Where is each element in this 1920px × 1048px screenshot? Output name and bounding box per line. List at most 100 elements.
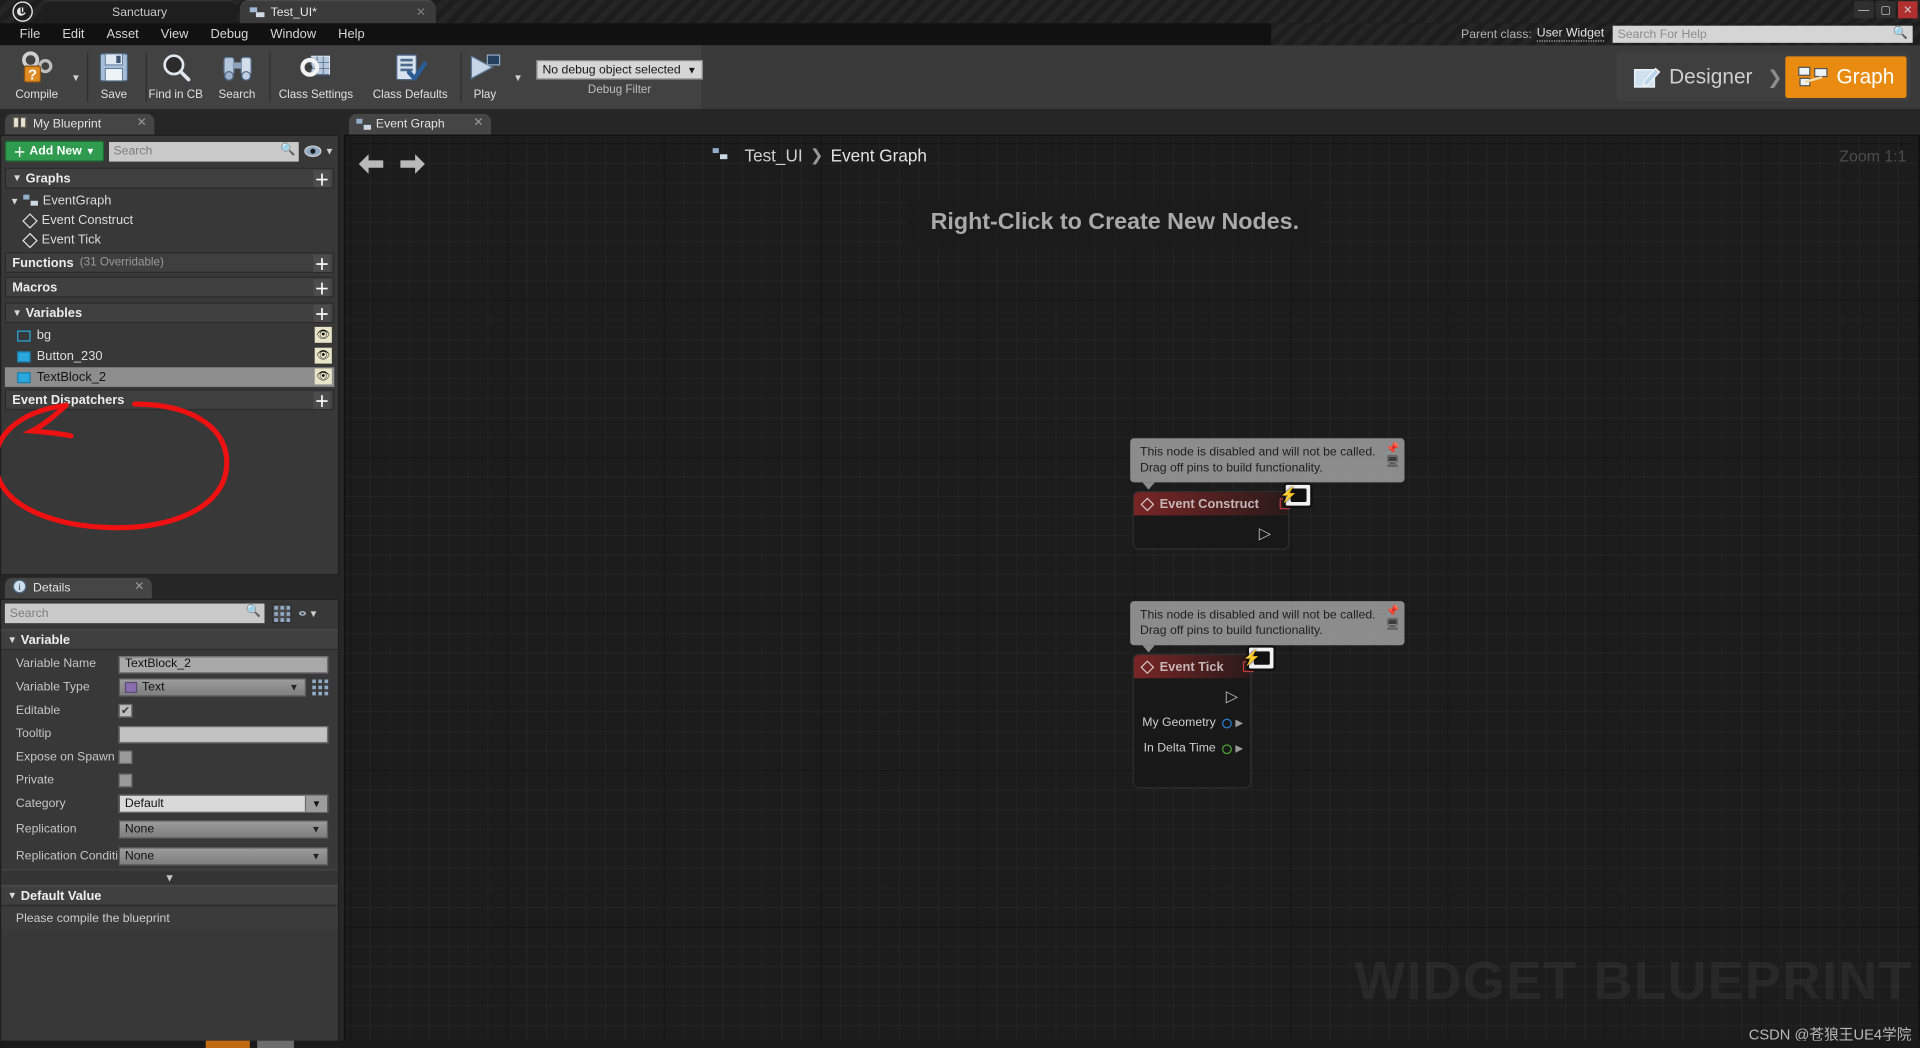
mode-graph-button[interactable]: Graph xyxy=(1785,56,1907,98)
details-grid-view-button[interactable] xyxy=(271,603,292,624)
variable-name-input[interactable]: TextBlock_2 xyxy=(118,655,329,673)
category-select[interactable]: Default ▼ xyxy=(118,794,329,813)
add-variable-button[interactable]: ＋ xyxy=(313,304,331,323)
tab-asset-test-ui[interactable]: Test_UI* ✕ xyxy=(240,0,436,24)
play-button[interactable]: Play xyxy=(463,48,507,107)
mode-designer-label: Designer xyxy=(1669,64,1753,89)
minimize-button[interactable]: — xyxy=(1853,1,1874,19)
section-graphs[interactable]: ▼ Graphs ＋ xyxy=(4,167,335,189)
visibility-options-button[interactable]: ▼ xyxy=(304,144,334,157)
tree-item-eventgraph[interactable]: ▼ EventGraph xyxy=(5,191,334,211)
find-in-cb-button[interactable]: Find in CB xyxy=(148,48,203,107)
section-event-dispatchers[interactable]: Event Dispatchers ＋ xyxy=(4,389,335,411)
add-function-button[interactable]: ＋ xyxy=(313,254,331,272)
close-icon[interactable]: ✕ xyxy=(473,116,483,129)
debug-object-select[interactable]: No debug object selected ▼ xyxy=(536,59,703,80)
breadcrumb-asset[interactable]: Test_UI xyxy=(744,146,802,166)
compile-dropdown-caret[interactable]: ▼ xyxy=(71,72,81,83)
section-variables[interactable]: ▼ Variables ＋ xyxy=(4,302,335,324)
tab-event-graph[interactable]: Event Graph ✕ xyxy=(348,113,492,135)
details-category-default-value[interactable]: ▼ Default Value xyxy=(1,885,338,906)
mode-designer-button[interactable]: Designer xyxy=(1620,56,1765,98)
exec-output-pin[interactable]: ▷ xyxy=(1259,524,1271,544)
float-pin-icon[interactable] xyxy=(1221,743,1232,754)
eye-icon[interactable]: 👁 xyxy=(314,326,332,343)
tooltip-input[interactable] xyxy=(118,725,329,743)
tree-item-event-tick[interactable]: Event Tick xyxy=(5,230,334,250)
pin-arrow-icon: ▶ xyxy=(1235,743,1243,755)
event-node-icon xyxy=(1140,496,1155,511)
row-label: Replication xyxy=(15,822,77,837)
add-macro-button[interactable]: ＋ xyxy=(313,279,331,297)
details-visibility-button[interactable]: ▼ xyxy=(299,604,318,624)
variable-row-textblock-2[interactable]: TextBlock_2 👁 xyxy=(4,367,335,387)
private-checkbox[interactable] xyxy=(118,773,133,788)
close-icon[interactable]: ✕ xyxy=(134,580,144,593)
editable-checkbox[interactable]: ✔ xyxy=(118,703,133,718)
node-pin-my-geometry[interactable]: My Geometry ▶ xyxy=(1142,716,1243,729)
variable-row-bg[interactable]: bg 👁 xyxy=(5,326,334,346)
maximize-button[interactable]: ▢ xyxy=(1875,1,1896,19)
breadcrumb-graph[interactable]: Event Graph xyxy=(831,146,927,166)
menu-item-view[interactable]: View xyxy=(150,23,200,45)
tooltip-pin-icons[interactable]: 📌 🖥 xyxy=(1386,442,1400,469)
show-advanced-expander[interactable]: ▼ xyxy=(1,869,338,884)
section-functions[interactable]: Functions (31 Overridable) ＋ xyxy=(4,252,335,274)
eye-icon[interactable]: 👁 xyxy=(314,347,332,364)
graph-watermark: WIDGET BLUEPRINT xyxy=(1354,951,1913,1012)
search-button[interactable]: Search xyxy=(211,48,264,107)
node-pin-in-delta-time[interactable]: In Delta Time ▶ xyxy=(1144,742,1243,755)
node-event-tick[interactable]: Event Tick ▷ My Geometry ▶ In Delta Time… xyxy=(1132,653,1252,789)
close-window-button[interactable]: ✕ xyxy=(1897,1,1918,19)
node-event-construct[interactable]: Event Construct ▷ xyxy=(1132,490,1290,550)
details-category-variable[interactable]: ▼ Variable xyxy=(1,629,338,651)
close-icon[interactable]: ✕ xyxy=(137,116,147,129)
menu-item-edit[interactable]: Edit xyxy=(51,23,95,45)
event-graph-canvas[interactable]: Test_UI ❯ Event Graph Zoom 1:1 Right-Cli… xyxy=(344,134,1920,1048)
nav-forward-button[interactable] xyxy=(399,153,426,182)
object-pin-icon[interactable] xyxy=(1221,718,1232,728)
tab-details[interactable]: i Details ✕ xyxy=(4,577,152,599)
add-graph-button[interactable]: ＋ xyxy=(313,170,331,188)
close-icon[interactable]: ✕ xyxy=(416,6,426,19)
graph-icon xyxy=(1797,66,1828,87)
menu-item-help[interactable]: Help xyxy=(327,23,376,45)
expose-on-spawn-checkbox[interactable] xyxy=(118,750,133,764)
variable-type-select[interactable]: Text ▼ xyxy=(118,678,307,697)
my-blueprint-search-input[interactable]: Search 🔍 xyxy=(108,141,299,161)
event-graph-icon xyxy=(23,194,38,207)
details-panel: Search 🔍 ▼ ▼ Variable Variable Name Text… xyxy=(0,598,340,1048)
menu-item-window[interactable]: Window xyxy=(259,23,327,45)
replication-select[interactable]: None ▼ xyxy=(118,820,329,839)
help-search-input[interactable]: Search For Help 🔍 xyxy=(1612,25,1913,43)
variable-row-button-230[interactable]: Button_230 👁 xyxy=(5,346,334,366)
eye-icon[interactable]: 👁 xyxy=(314,368,332,385)
pin-icon[interactable]: 📌 xyxy=(1386,605,1400,618)
details-row-tooltip: Tooltip xyxy=(1,722,338,745)
tooltip-pin-icons[interactable]: 📌 🖥 xyxy=(1386,605,1400,632)
menu-item-file[interactable]: File xyxy=(9,23,52,45)
tree-item-event-construct[interactable]: Event Construct xyxy=(5,211,334,231)
nav-back-button[interactable] xyxy=(358,153,385,182)
tab-my-blueprint[interactable]: My Blueprint ✕ xyxy=(4,113,155,135)
save-button[interactable]: Save xyxy=(89,48,138,107)
replication-value: None xyxy=(124,822,155,837)
class-settings-button[interactable]: Class Settings xyxy=(272,48,360,107)
menu-item-debug[interactable]: Debug xyxy=(199,23,259,45)
monitor-icon[interactable]: 🖥 xyxy=(1386,455,1400,468)
class-defaults-button[interactable]: Class Defaults xyxy=(366,48,454,107)
tab-project[interactable]: Sanctuary xyxy=(41,0,238,24)
add-new-button[interactable]: ＋ Add New ▼ xyxy=(4,140,104,162)
section-macros[interactable]: Macros ＋ xyxy=(4,276,335,298)
parent-class-value[interactable]: User Widget xyxy=(1536,27,1605,42)
compile-button[interactable]: ? Compile xyxy=(5,48,69,107)
add-event-dispatcher-button[interactable]: ＋ xyxy=(313,391,331,410)
exec-output-pin[interactable]: ▷ xyxy=(1226,687,1238,707)
details-search-input[interactable]: Search 🔍 xyxy=(4,603,265,624)
replication-condition-select[interactable]: None ▼ xyxy=(118,847,329,866)
monitor-icon[interactable]: 🖥 xyxy=(1386,618,1400,631)
container-type-icon[interactable] xyxy=(312,679,329,696)
pin-icon[interactable]: 📌 xyxy=(1386,442,1400,455)
play-dropdown-caret[interactable]: ▼ xyxy=(513,72,523,83)
menu-item-asset[interactable]: Asset xyxy=(96,23,150,45)
